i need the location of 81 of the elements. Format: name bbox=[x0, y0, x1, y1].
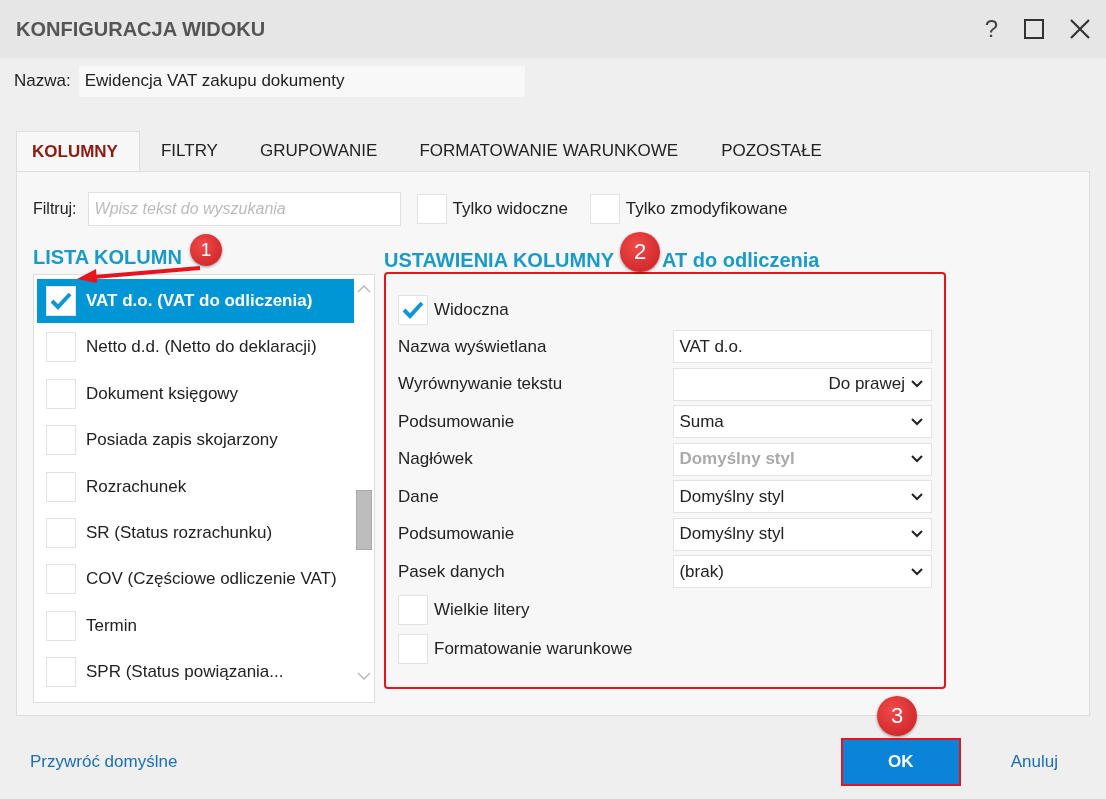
checkbox[interactable] bbox=[398, 295, 428, 325]
window-title: KONFIGURACJA WIDOKU bbox=[16, 17, 267, 41]
toggle-label: Tylko widoczne bbox=[452, 199, 568, 219]
section-heading: AT do odliczenia bbox=[662, 249, 820, 272]
section-heading: USTAWIENIA KOLUMNY bbox=[384, 249, 614, 272]
dropdown[interactable]: Do prawej bbox=[673, 367, 932, 401]
name-field[interactable]: Ewidencja VAT zakupu dokumenty bbox=[78, 65, 525, 97]
field-label: Pasek danych bbox=[398, 561, 506, 582]
annotation-badge: 3 bbox=[877, 696, 917, 736]
tab[interactable]: FILTRY bbox=[139, 131, 239, 171]
section-heading: LISTA KOLUMN bbox=[33, 246, 182, 270]
chevron-down-icon bbox=[911, 417, 923, 426]
dropdown[interactable]: Domyślny styl bbox=[673, 480, 932, 514]
chevron-down-icon bbox=[911, 530, 923, 539]
checkbox[interactable] bbox=[46, 286, 76, 316]
list-item[interactable]: Dokument księgowy bbox=[37, 371, 354, 416]
item-label: Posiada zapis skojarzony bbox=[86, 430, 278, 451]
field-label: Podsumowanie bbox=[398, 524, 516, 545]
dropdown[interactable]: Suma bbox=[673, 405, 932, 439]
text-field[interactable]: VAT d.o. bbox=[673, 330, 932, 364]
checkbox[interactable] bbox=[46, 425, 76, 456]
item-label: SPR (Status powiązania... bbox=[86, 662, 284, 683]
search-field[interactable]: Wpisz tekst do wyszukania bbox=[87, 192, 401, 226]
checkbox[interactable] bbox=[46, 610, 76, 641]
ok-button[interactable]: OK bbox=[840, 738, 961, 786]
checkbox[interactable] bbox=[46, 332, 76, 363]
item-label: COV (Częściowe odliczenie VAT) bbox=[86, 569, 337, 590]
chevron-down-icon bbox=[911, 455, 923, 464]
checkbox[interactable] bbox=[416, 194, 447, 224]
tab[interactable]: FORMATOWANIE WARUNKOWE bbox=[398, 131, 701, 171]
list-item[interactable]: SR (Status rozrachunku) bbox=[37, 510, 354, 555]
checkbox[interactable] bbox=[46, 517, 76, 548]
field-label: Dane bbox=[398, 486, 440, 507]
tab[interactable]: KOLUMNY bbox=[16, 131, 140, 171]
dropdown[interactable]: (brak) bbox=[673, 555, 932, 589]
chevron-down-icon bbox=[911, 492, 923, 501]
restore-defaults-link[interactable]: Przywróć domyślne bbox=[30, 752, 178, 772]
checkbox-label: Formatowanie warunkowe bbox=[434, 639, 633, 659]
cancel-link[interactable]: Anuluj bbox=[1010, 752, 1058, 772]
checkbox[interactable] bbox=[46, 564, 76, 595]
checkbox[interactable] bbox=[398, 634, 428, 664]
checkbox[interactable] bbox=[46, 471, 76, 502]
name-label: Nazwa: bbox=[14, 71, 71, 91]
scroll-down-icon[interactable] bbox=[357, 672, 371, 680]
list-item[interactable]: SPR (Status powiązania... bbox=[37, 650, 354, 695]
list-item[interactable]: COV (Częściowe odliczenie VAT) bbox=[37, 557, 354, 602]
item-label: Rozrachunek bbox=[86, 476, 187, 497]
checkbox[interactable] bbox=[46, 378, 76, 409]
field-label: Nazwa wyświetlana bbox=[398, 336, 548, 357]
maximize-icon[interactable] bbox=[1024, 19, 1044, 39]
checkbox-label: Wielkie litery bbox=[434, 600, 530, 620]
field-label: Wyrównywanie tekstu bbox=[398, 374, 564, 395]
toggle-label: Tylko zmodyfikowane bbox=[625, 199, 788, 219]
help-button[interactable]: ? bbox=[984, 15, 998, 43]
list-item[interactable]: Posiada zapis skojarzony bbox=[37, 418, 354, 463]
annotation-badge: 2 bbox=[620, 232, 660, 272]
filter-label: Filtruj: bbox=[33, 200, 77, 218]
tab[interactable]: GRUPOWANIE bbox=[238, 131, 399, 171]
item-label: SR (Status rozrachunku) bbox=[86, 522, 273, 543]
check-icon bbox=[50, 292, 72, 310]
chevron-down-icon bbox=[911, 380, 923, 389]
scrollbar-thumb[interactable] bbox=[356, 490, 372, 550]
scroll-up-icon[interactable] bbox=[357, 285, 371, 293]
field-label: Podsumowanie bbox=[398, 411, 516, 432]
item-label: VAT d.o. (VAT do odliczenia) bbox=[86, 291, 313, 311]
checkbox-label: Widoczna bbox=[434, 300, 509, 320]
item-label: Termin bbox=[86, 615, 137, 636]
chevron-down-icon bbox=[911, 567, 923, 576]
list-item[interactable]: Netto d.d. (Netto do deklaracji) bbox=[37, 325, 354, 370]
checkbox[interactable] bbox=[589, 194, 620, 224]
list-item[interactable]: Rozrachunek bbox=[37, 464, 354, 509]
checkbox[interactable] bbox=[398, 595, 428, 625]
item-label: Dokument księgowy bbox=[86, 383, 239, 404]
close-icon[interactable] bbox=[1070, 19, 1090, 39]
item-label: Netto d.d. (Netto do deklaracji) bbox=[86, 337, 317, 358]
dropdown[interactable]: Domyślny styl bbox=[673, 517, 932, 551]
check-icon bbox=[402, 301, 424, 319]
tab[interactable]: POZOSTAŁE bbox=[700, 131, 843, 171]
checkbox[interactable] bbox=[46, 657, 76, 688]
field-label: Nagłówek bbox=[398, 449, 474, 470]
list-item[interactable]: Termin bbox=[37, 603, 354, 648]
